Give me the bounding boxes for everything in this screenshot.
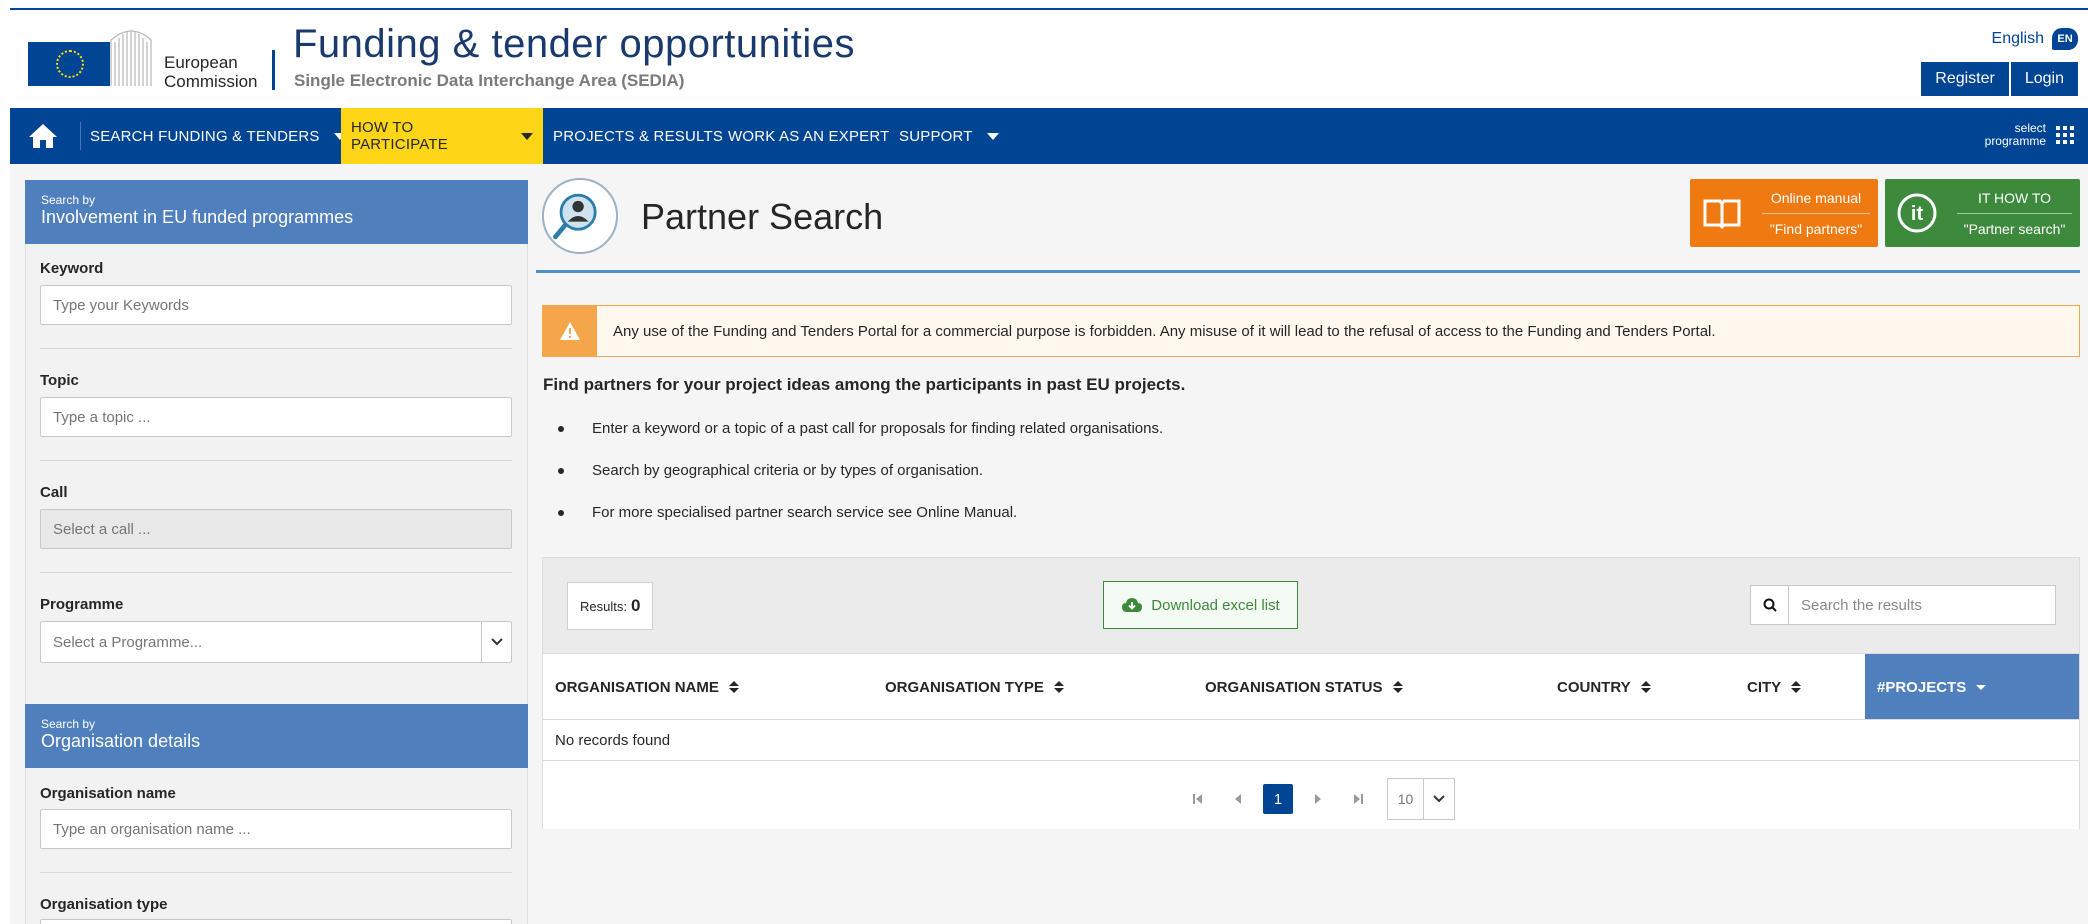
sidebar-divider: [40, 348, 512, 349]
logo-divider: [272, 50, 275, 90]
list-item: For more specialised partner search serv…: [558, 504, 1163, 546]
list-item: Enter a keyword or a topic of a past cal…: [558, 420, 1163, 462]
online-manual-button[interactable]: Online manual "Find partners": [1690, 179, 1878, 247]
keyword-label: Keyword: [40, 260, 104, 277]
register-button[interactable]: Register: [1921, 62, 2009, 96]
sidebar-section-organisation-header: Search by Organisation details: [25, 704, 528, 768]
no-records-message: No records found: [543, 719, 2079, 761]
cloud-download-icon: [1122, 598, 1143, 612]
page-title: Partner Search: [641, 196, 884, 237]
sort-icon: [728, 681, 739, 693]
sidebar-divider: [40, 460, 512, 461]
sidebar-divider: [40, 572, 512, 573]
organisation-type-select[interactable]: [40, 919, 512, 924]
nav-separator: [80, 122, 81, 150]
it-how-to-button[interactable]: it IT HOW TO "Partner search": [1885, 179, 2080, 247]
chevron-down-icon: [521, 132, 533, 140]
home-icon[interactable]: [28, 122, 58, 150]
page-number-button[interactable]: 1: [1263, 784, 1293, 814]
page-size-select[interactable]: 10: [1387, 778, 1455, 820]
partner-search-icon: [542, 178, 618, 254]
download-excel-button[interactable]: Download excel list: [1103, 581, 1298, 629]
site-title[interactable]: Funding & tender opportunities: [293, 22, 855, 67]
apps-grid-icon: [2056, 126, 2074, 144]
sort-icon: [1053, 681, 1064, 693]
programme-label: Programme: [40, 596, 124, 613]
column-projects[interactable]: #PROJECTS: [1865, 654, 2079, 720]
eu-flag-icon[interactable]: [28, 42, 110, 86]
topic-label: Topic: [40, 372, 79, 389]
sidebar-divider: [40, 872, 512, 873]
call-label: Call: [40, 484, 68, 501]
language-selector[interactable]: English EN: [1992, 28, 2078, 50]
results-search[interactable]: Search the results: [1750, 585, 2056, 625]
sort-icon: [1640, 681, 1651, 693]
it-how-to-icon: it: [1885, 179, 1949, 247]
list-item: Search by geographical criteria or by ty…: [558, 462, 1163, 504]
sort-descending-icon: [1976, 684, 1987, 690]
login-button[interactable]: Login: [2010, 62, 2078, 96]
nav-search-funding[interactable]: SEARCH FUNDING & TENDERS: [90, 108, 346, 164]
warning-icon: [543, 306, 597, 356]
column-organisation-name[interactable]: ORGANISATION NAME: [555, 654, 739, 720]
commission-building-logo: [110, 30, 152, 86]
organisation-name-input[interactable]: [40, 809, 512, 849]
results-panel: Results: 0 Download excel list Search the…: [542, 557, 2080, 829]
language-code-badge[interactable]: EN: [2052, 28, 2078, 50]
topic-input[interactable]: [40, 397, 512, 437]
nav-work-as-expert[interactable]: WORK AS AN EXPERT: [728, 108, 890, 164]
instructions-list: Enter a keyword or a topic of a past cal…: [558, 420, 1163, 546]
column-city[interactable]: CITY: [1747, 654, 1802, 720]
chevron-down-icon: [986, 132, 999, 140]
column-organisation-status[interactable]: ORGANISATION STATUS: [1205, 654, 1403, 720]
book-icon: [1690, 179, 1754, 247]
results-count: Results: 0: [567, 582, 654, 630]
intro-text: Find partners for your project ideas amo…: [543, 375, 1186, 394]
keyword-input[interactable]: [40, 285, 512, 325]
pagination: 1 10: [1183, 778, 1455, 820]
call-input: [40, 509, 512, 549]
chevron-down-icon[interactable]: [1424, 795, 1454, 803]
select-programme-button[interactable]: select programme: [1985, 122, 2074, 148]
chevron-down-icon[interactable]: [481, 622, 511, 662]
programme-select[interactable]: Select a Programme...: [40, 621, 512, 663]
search-icon[interactable]: [1751, 586, 1789, 624]
organisation-name-label: Organisation name: [40, 785, 176, 802]
results-search-input[interactable]: Search the results: [1789, 597, 1922, 614]
column-country[interactable]: COUNTRY: [1557, 654, 1651, 720]
language-label[interactable]: English: [1992, 30, 2044, 48]
site-subtitle: Single Electronic Data Interchange Area …: [294, 71, 685, 90]
svg-text:it: it: [1911, 203, 1924, 225]
organisation-type-label: Organisation type: [40, 896, 168, 913]
nav-how-to-participate[interactable]: HOW TO PARTICIPATE: [341, 108, 543, 164]
last-page-icon[interactable]: [1343, 784, 1373, 814]
previous-page-icon[interactable]: [1223, 784, 1253, 814]
nav-support[interactable]: SUPPORT: [899, 108, 999, 164]
first-page-icon[interactable]: [1183, 784, 1213, 814]
title-divider: [536, 270, 2080, 273]
sort-icon: [1791, 681, 1802, 693]
commercial-use-warning: Any use of the Funding and Tenders Porta…: [542, 305, 2080, 357]
sidebar-section-programmes-header: Search by Involvement in EU funded progr…: [25, 180, 528, 244]
nav-projects-results[interactable]: PROJECTS & RESULTS: [553, 108, 723, 164]
column-organisation-type[interactable]: ORGANISATION TYPE: [885, 654, 1064, 720]
auth-buttons: Register Login: [1921, 62, 2078, 96]
results-table-header: ORGANISATION NAME ORGANISATION TYPE ORGA…: [543, 653, 2079, 720]
next-page-icon[interactable]: [1303, 784, 1333, 814]
sort-icon: [1392, 681, 1403, 693]
commission-logo-text: European Commission: [164, 53, 258, 91]
main-navigation: SEARCH FUNDING & TENDERS HOW TO PARTICIP…: [10, 108, 2088, 164]
